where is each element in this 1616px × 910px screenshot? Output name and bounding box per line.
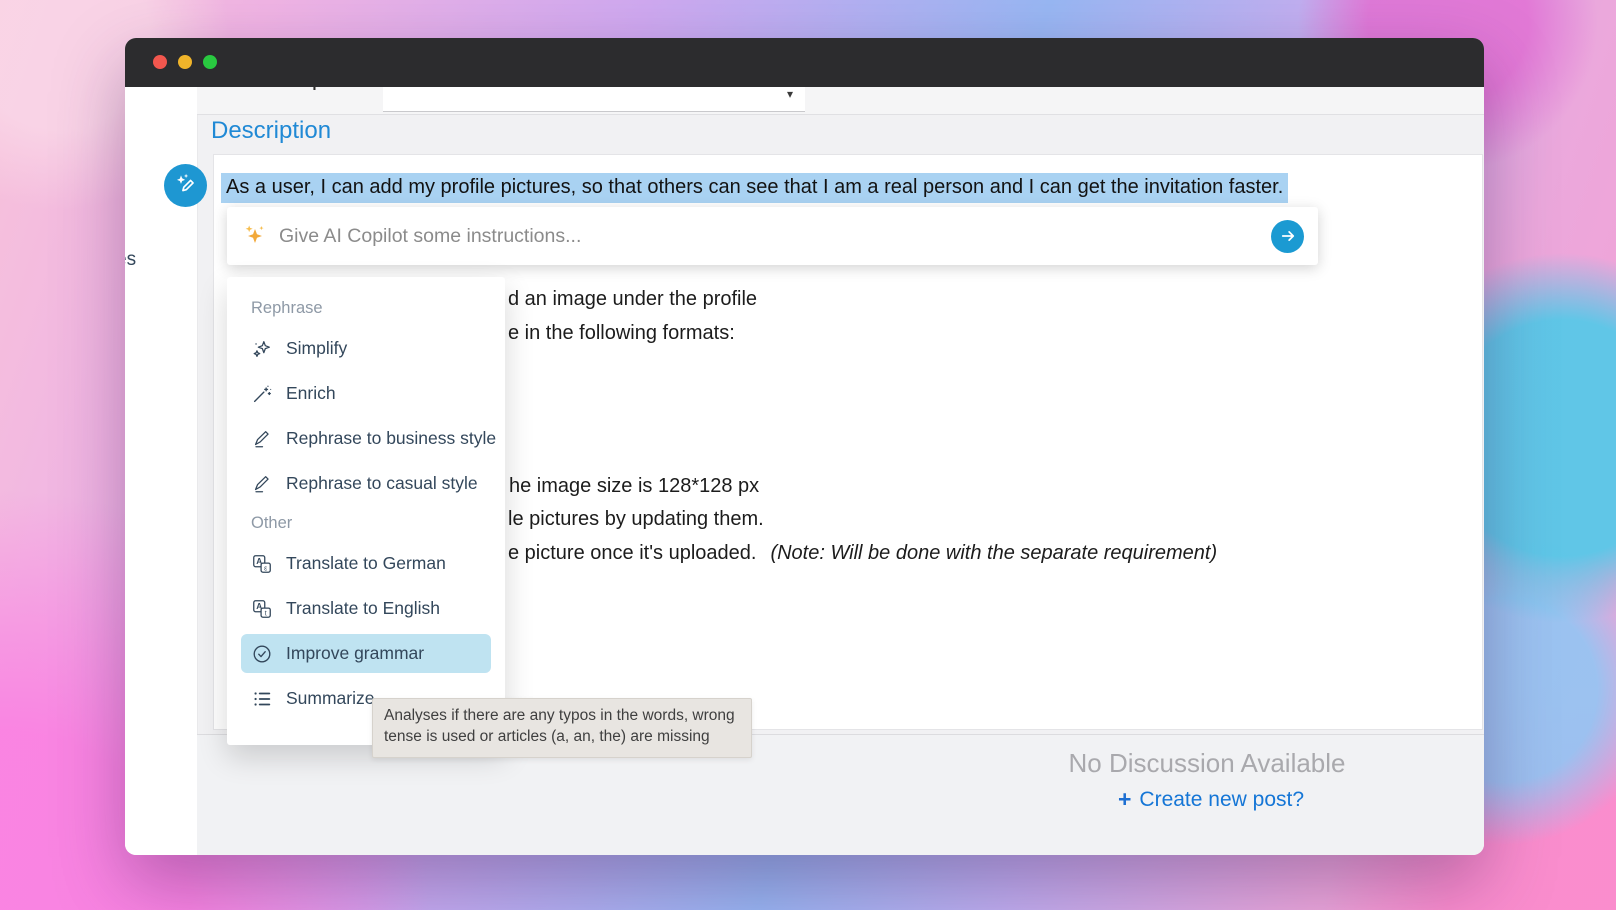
time-spent-select[interactable]: y ▾	[383, 87, 805, 112]
menu-item-label: Translate to German	[286, 553, 446, 574]
sparkles-icon	[251, 338, 273, 360]
zoom-window-button[interactable]	[203, 55, 217, 69]
doc-text-line: le pictures by updating them.	[508, 508, 764, 531]
doc-text-line: d an image under the profile	[508, 288, 757, 311]
minimize-window-button[interactable]	[178, 55, 192, 69]
translate-icon: A t	[251, 598, 273, 620]
create-post-label: Create new post?	[1139, 788, 1304, 812]
menu-item-label: Enrich	[286, 383, 336, 404]
create-new-post-link[interactable]: + Create new post?	[1118, 786, 1304, 813]
svg-text:ε: ε	[264, 565, 267, 572]
doc-text-line: e in the following formats:	[508, 322, 735, 345]
description-heading: Description	[211, 117, 331, 145]
pen-icon	[251, 428, 273, 450]
window-body: es Actual time spent y ▾ Description d a…	[125, 87, 1484, 855]
no-discussion-text: No Discussion Available	[1069, 748, 1346, 779]
menu-item-rephrase-casual[interactable]: Rephrase to casual style	[227, 461, 505, 506]
close-window-button[interactable]	[153, 55, 167, 69]
copilot-input-bar[interactable]: Give AI Copilot some instructions...	[227, 207, 1318, 265]
app-window: es Actual time spent y ▾ Description d a…	[125, 38, 1484, 855]
magic-wand-icon	[251, 383, 273, 405]
menu-item-enrich[interactable]: Enrich	[227, 371, 505, 416]
top-form-row: Actual time spent y ▾	[197, 87, 1484, 115]
menu-item-label: Summarize	[286, 688, 375, 709]
improve-grammar-tooltip: Analyses if there are any typos in the w…	[372, 698, 752, 758]
menu-item-translate-german[interactable]: A ε Translate to German	[227, 541, 505, 586]
copilot-send-button[interactable]	[1271, 220, 1304, 253]
svg-text:t: t	[265, 610, 267, 617]
chevron-down-icon: ▾	[787, 87, 793, 101]
copilot-placeholder[interactable]: Give AI Copilot some instructions...	[279, 225, 1271, 248]
actual-time-spent-label: Actual time spent	[219, 87, 344, 91]
sidebar-label-fragment: es	[125, 249, 136, 271]
doc-text-line: e picture once it's uploaded.(Note: Will…	[508, 542, 1217, 565]
menu-item-label: Improve grammar	[286, 643, 424, 664]
menu-item-rephrase-business[interactable]: Rephrase to business style	[227, 416, 505, 461]
ai-copilot-button[interactable]	[164, 164, 207, 207]
doc-text-line: he image size is 128*128 px	[509, 475, 759, 498]
menu-item-translate-english[interactable]: A t Translate to English	[227, 586, 505, 631]
arrow-right-icon	[1279, 227, 1297, 245]
menu-item-label: Rephrase to business style	[286, 428, 496, 449]
menu-item-label: Translate to English	[286, 598, 440, 619]
plus-icon: +	[1118, 786, 1131, 813]
list-icon	[251, 688, 273, 710]
menu-section-rephrase: Rephrase	[227, 291, 505, 326]
selected-text[interactable]: As a user, I can add my profile pictures…	[221, 173, 1288, 203]
pen-icon	[251, 473, 273, 495]
menu-section-other: Other	[227, 506, 505, 541]
window-titlebar	[125, 38, 1484, 87]
check-circle-icon	[251, 643, 273, 665]
doc-note-italic: (Note: Will be done with the separate re…	[770, 542, 1217, 564]
menu-item-improve-grammar[interactable]: Improve grammar	[241, 634, 491, 673]
translate-icon: A ε	[251, 553, 273, 575]
sparkles-gold-icon	[241, 222, 269, 250]
menu-item-label: Rephrase to casual style	[286, 473, 478, 494]
sparkle-pencil-icon	[172, 172, 199, 199]
copilot-actions-menu: Rephrase Simplify	[227, 277, 505, 745]
menu-item-simplify[interactable]: Simplify	[227, 326, 505, 371]
menu-item-label: Simplify	[286, 338, 347, 359]
